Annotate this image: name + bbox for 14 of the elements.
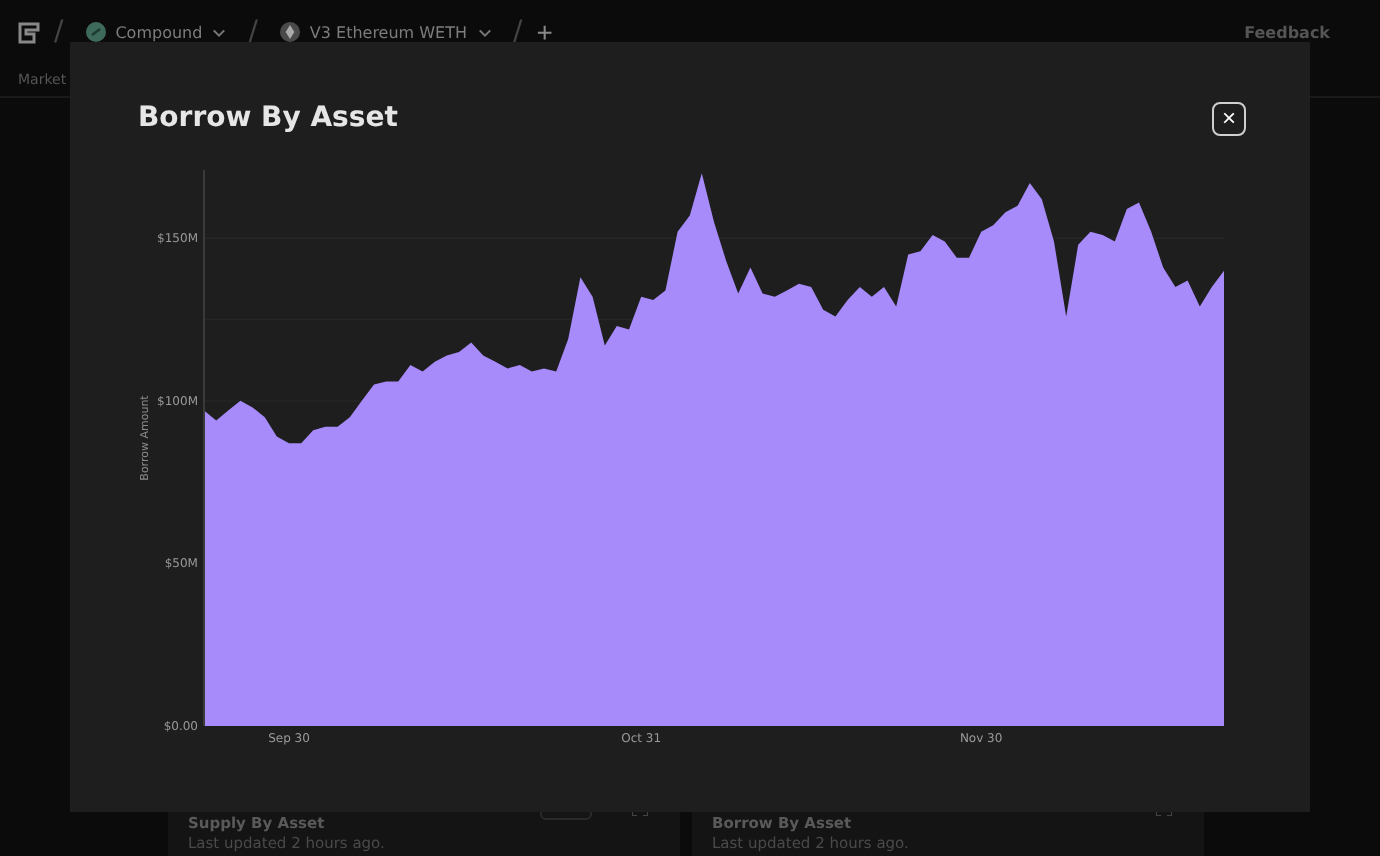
diamond-icon [279,22,300,42]
breadcrumb-dropdown[interactable]: Compound [77,22,235,42]
breadcrumb-dropdown[interactable]: V3 Ethereum WETH [271,22,500,42]
close-button[interactable]: × [1212,101,1246,135]
add-button[interactable]: + [536,16,553,48]
breadcrumb-separator: / [54,16,64,48]
coin-icon [85,22,106,42]
breadcrumb-separator: / [248,16,258,48]
feedback-link[interactable]: Feedback [1244,23,1362,41]
chevron-down-icon [212,27,227,37]
chevron-down-icon [477,27,492,37]
breadcrumb-separator: / [513,16,523,48]
logo-icon[interactable] [18,21,40,43]
modal-title: Borrow By Asset [138,102,398,134]
